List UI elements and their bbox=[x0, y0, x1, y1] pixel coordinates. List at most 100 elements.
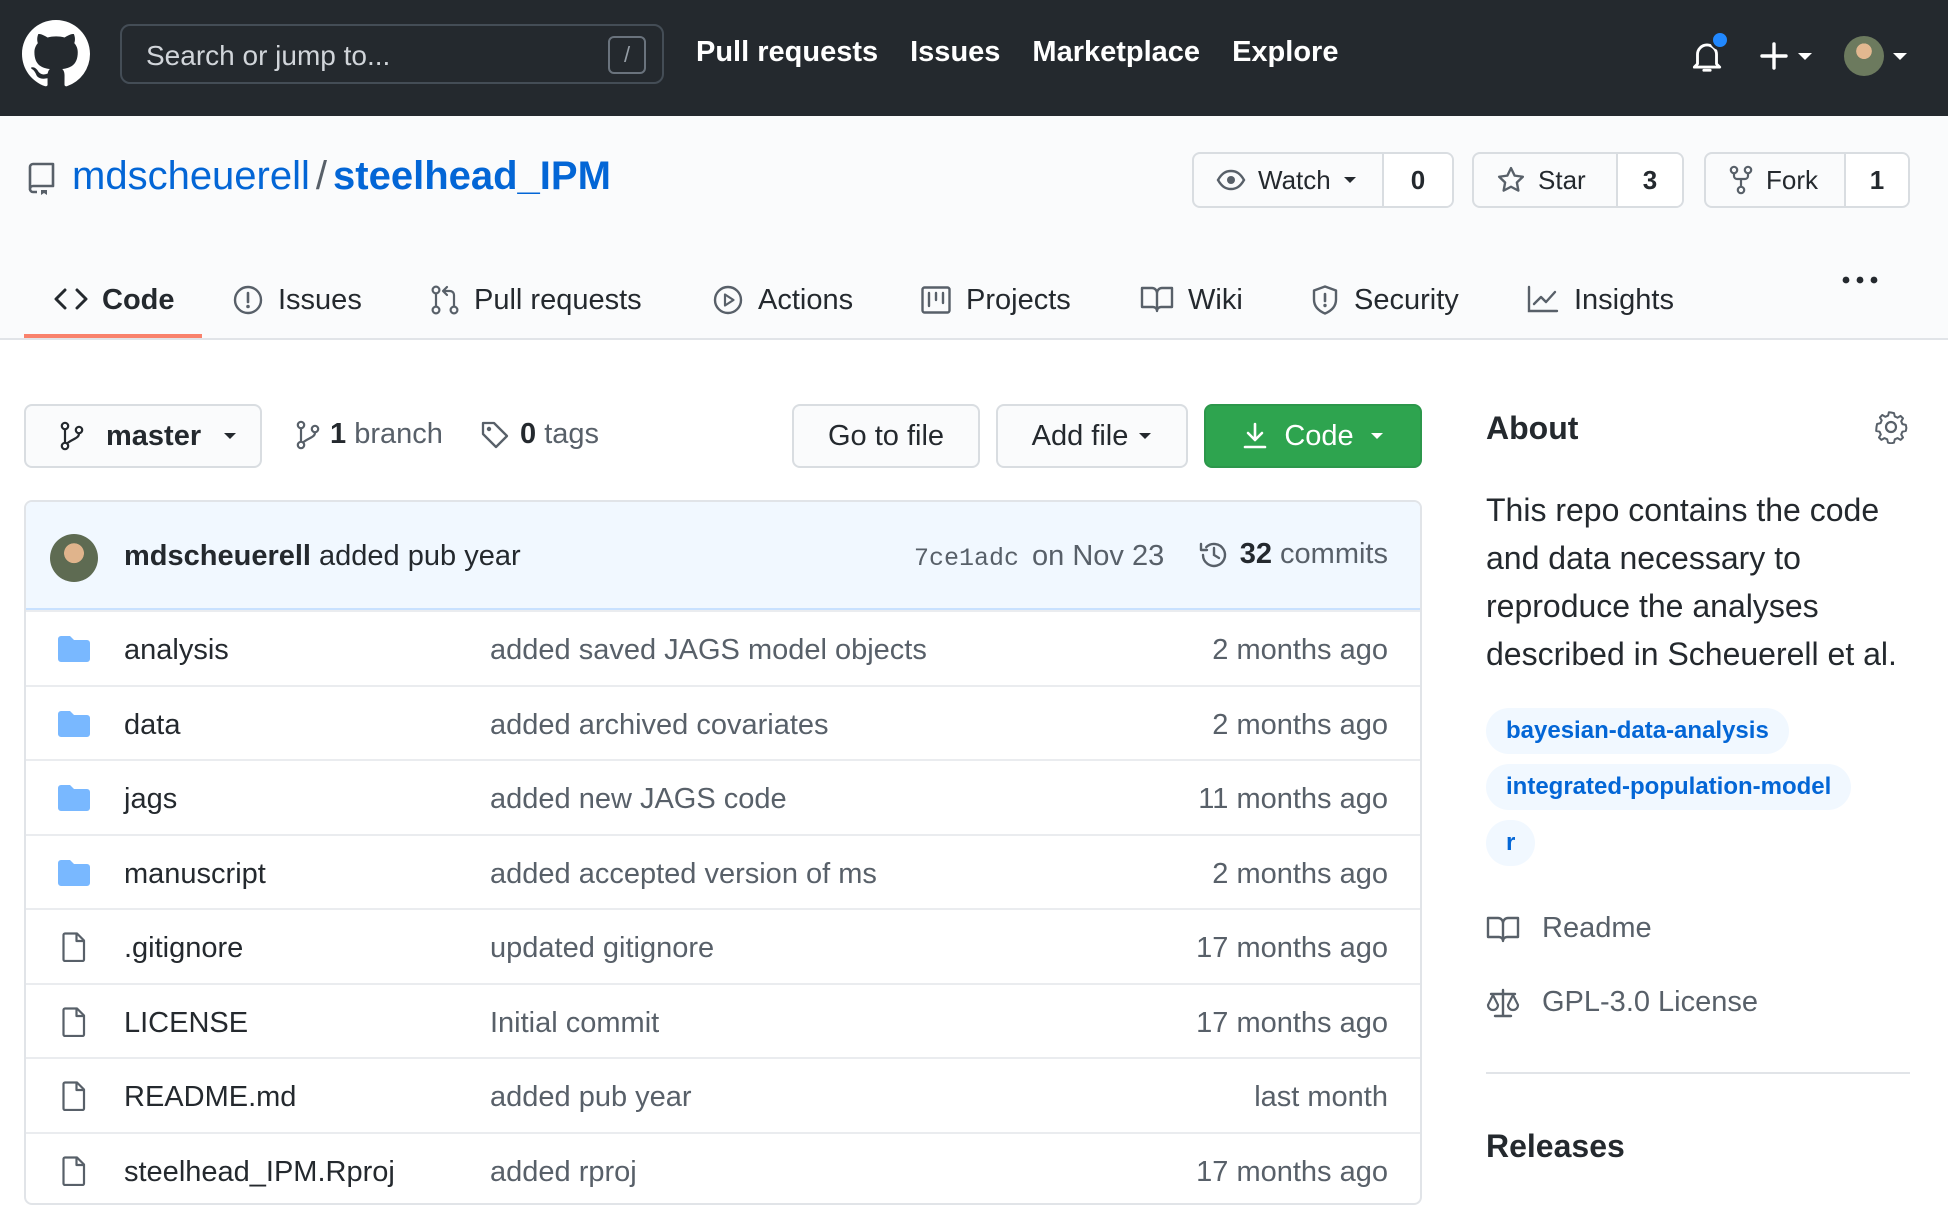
tab-security[interactable]: Security bbox=[1310, 266, 1459, 340]
nav-pull-requests[interactable]: Pull requests bbox=[696, 36, 878, 69]
add-file-label: Add file bbox=[1031, 419, 1129, 452]
code-download-button[interactable]: Code bbox=[1204, 404, 1422, 468]
branches-link[interactable]: 1 branch bbox=[296, 418, 443, 451]
chevron-down-icon[interactable] bbox=[1892, 52, 1908, 62]
shield-icon bbox=[1312, 285, 1338, 315]
global-nav: Pull requests Issues Marketplace Explore bbox=[696, 36, 1338, 69]
about-heading: About bbox=[1486, 410, 1579, 446]
tab-insights[interactable]: Insights bbox=[1526, 266, 1674, 340]
file-icon bbox=[62, 1081, 86, 1111]
repo-forked-icon bbox=[1729, 165, 1753, 195]
file-name-link[interactable]: LICENSE bbox=[124, 1007, 248, 1040]
file-name-link[interactable]: data bbox=[124, 709, 180, 742]
fork-count[interactable]: 1 bbox=[1846, 154, 1908, 206]
tab-code[interactable]: Code bbox=[54, 266, 175, 340]
commit-count: 32 bbox=[1239, 538, 1272, 570]
commit-count-word: commits bbox=[1280, 538, 1388, 570]
repo-owner-link[interactable]: mdscheuerell bbox=[72, 154, 310, 198]
file-row[interactable]: LICENSE Initial commit 17 months ago bbox=[26, 982, 1420, 1057]
file-commit-message-link[interactable]: added pub year bbox=[490, 1081, 692, 1114]
nav-marketplace[interactable]: Marketplace bbox=[1032, 36, 1200, 69]
tab-projects[interactable]: Projects bbox=[920, 266, 1071, 340]
file-commit-age: 17 months ago bbox=[1196, 1155, 1388, 1188]
issue-opened-icon bbox=[233, 285, 263, 315]
readme-label: Readme bbox=[1542, 912, 1652, 944]
tab-issues[interactable]: Issues bbox=[232, 266, 362, 340]
repo-separator: / bbox=[315, 154, 328, 198]
project-icon bbox=[921, 286, 951, 314]
topic-tag[interactable]: bayesian-data-analysis bbox=[1486, 708, 1789, 754]
search-placeholder: Search or jump to... bbox=[146, 40, 391, 71]
git-pull-request-icon bbox=[431, 285, 459, 315]
file-commit-message-link[interactable]: added accepted version of ms bbox=[490, 858, 877, 891]
file-name-link[interactable]: manuscript bbox=[124, 858, 266, 891]
user-avatar[interactable] bbox=[1844, 36, 1884, 76]
tab-wiki[interactable]: Wiki bbox=[1140, 266, 1243, 340]
file-row[interactable]: jags added new JAGS code 11 months ago bbox=[26, 759, 1420, 833]
file-commit-message-link[interactable]: added rproj bbox=[490, 1156, 637, 1189]
tab-actions[interactable]: Actions bbox=[712, 266, 853, 340]
history-icon bbox=[1199, 542, 1226, 567]
branch-select-button[interactable]: master bbox=[24, 404, 262, 468]
latest-commit-bar: mdscheuerell added pub year 7ce1adc on N… bbox=[26, 502, 1420, 610]
search-input[interactable]: Search or jump to... / bbox=[120, 24, 664, 84]
file-row[interactable]: data added archived covariates 2 months ag… bbox=[26, 684, 1420, 759]
watch-button[interactable]: Watch bbox=[1194, 154, 1384, 206]
file-commit-age: 11 months ago bbox=[1198, 783, 1388, 815]
repo-header: mdscheuerell / steelhead_IPM Watch 0 Star … bbox=[0, 116, 1948, 340]
kebab-horizontal-icon[interactable] bbox=[1840, 272, 1880, 288]
commit-author-avatar[interactable] bbox=[50, 534, 98, 582]
file-name-link[interactable]: analysis bbox=[124, 634, 229, 667]
caret-down-icon bbox=[224, 433, 237, 439]
file-commit-message-link[interactable]: updated gitignore bbox=[490, 932, 714, 965]
file-row[interactable]: steelhead_IPM.Rproj added rproj 17 months … bbox=[26, 1131, 1420, 1204]
commit-message-link[interactable]: added pub year bbox=[319, 540, 521, 572]
nav-issues[interactable]: Issues bbox=[910, 36, 1000, 69]
commits-history-link[interactable]: 32 commits bbox=[1198, 538, 1388, 571]
repo-icon bbox=[28, 162, 55, 195]
watch-count[interactable]: 0 bbox=[1384, 154, 1452, 206]
tags-link[interactable]: 0 tags bbox=[480, 418, 599, 451]
topic-tag[interactable]: integrated-population-model bbox=[1486, 764, 1852, 810]
file-commit-message-link[interactable]: added new JAGS code bbox=[490, 783, 787, 816]
fork-button[interactable]: Fork bbox=[1706, 154, 1846, 206]
license-link[interactable]: GPL-3.0 License bbox=[1486, 986, 1758, 1019]
file-name-link[interactable]: jags bbox=[124, 783, 177, 816]
gear-icon[interactable] bbox=[1874, 410, 1908, 444]
file-name-link[interactable]: .gitignore bbox=[124, 932, 243, 965]
file-row[interactable]: manuscript added accepted version of ms 2 … bbox=[26, 833, 1420, 908]
nav-explore[interactable]: Explore bbox=[1232, 36, 1338, 69]
file-row[interactable]: analysis added saved JAGS model objects 2 … bbox=[26, 610, 1420, 684]
play-icon bbox=[713, 285, 743, 315]
readme-link[interactable]: Readme bbox=[1486, 912, 1652, 945]
branch-name: master bbox=[106, 419, 202, 452]
tab-pull-requests[interactable]: Pull requests bbox=[430, 266, 642, 340]
commit-sha-link[interactable]: 7ce1adc bbox=[914, 544, 1019, 573]
topic-tag[interactable]: r bbox=[1486, 820, 1536, 866]
book-icon bbox=[1486, 916, 1520, 942]
file-name-link[interactable]: steelhead_IPM.Rproj bbox=[124, 1156, 395, 1189]
file-commit-age: 2 months ago bbox=[1212, 634, 1388, 666]
file-name-link[interactable]: README.md bbox=[124, 1081, 296, 1114]
file-row[interactable]: .gitignore updated gitignore 17 months ago bbox=[26, 908, 1420, 982]
graph-icon bbox=[1527, 285, 1559, 313]
star-count[interactable]: 3 bbox=[1618, 154, 1682, 206]
create-new-plus-icon[interactable] bbox=[1760, 38, 1820, 74]
tab-label: Pull requests bbox=[474, 284, 642, 316]
git-branch-icon bbox=[296, 420, 320, 449]
go-to-file-button[interactable]: Go to file bbox=[792, 404, 980, 468]
commit-author-link[interactable]: mdscheuerell bbox=[124, 540, 311, 572]
tab-label: Issues bbox=[278, 284, 362, 316]
releases-heading[interactable]: Releases bbox=[1486, 1128, 1625, 1165]
github-logo-icon[interactable] bbox=[22, 20, 90, 88]
file-commit-message-link[interactable]: Initial commit bbox=[490, 1007, 659, 1040]
file-commit-message-link[interactable]: added archived covariates bbox=[490, 709, 829, 742]
star-button[interactable]: Star bbox=[1474, 154, 1618, 206]
repo-name-link[interactable]: steelhead_IPM bbox=[333, 154, 611, 198]
folder-icon bbox=[58, 636, 90, 662]
file-commit-message-link[interactable]: added saved JAGS model objects bbox=[490, 634, 927, 667]
branch-word: branch bbox=[354, 418, 443, 450]
top-header: Search or jump to... / Pull requests Iss… bbox=[0, 0, 1948, 116]
file-row[interactable]: README.md added pub year last month bbox=[26, 1057, 1420, 1131]
add-file-button[interactable]: Add file bbox=[996, 404, 1188, 468]
